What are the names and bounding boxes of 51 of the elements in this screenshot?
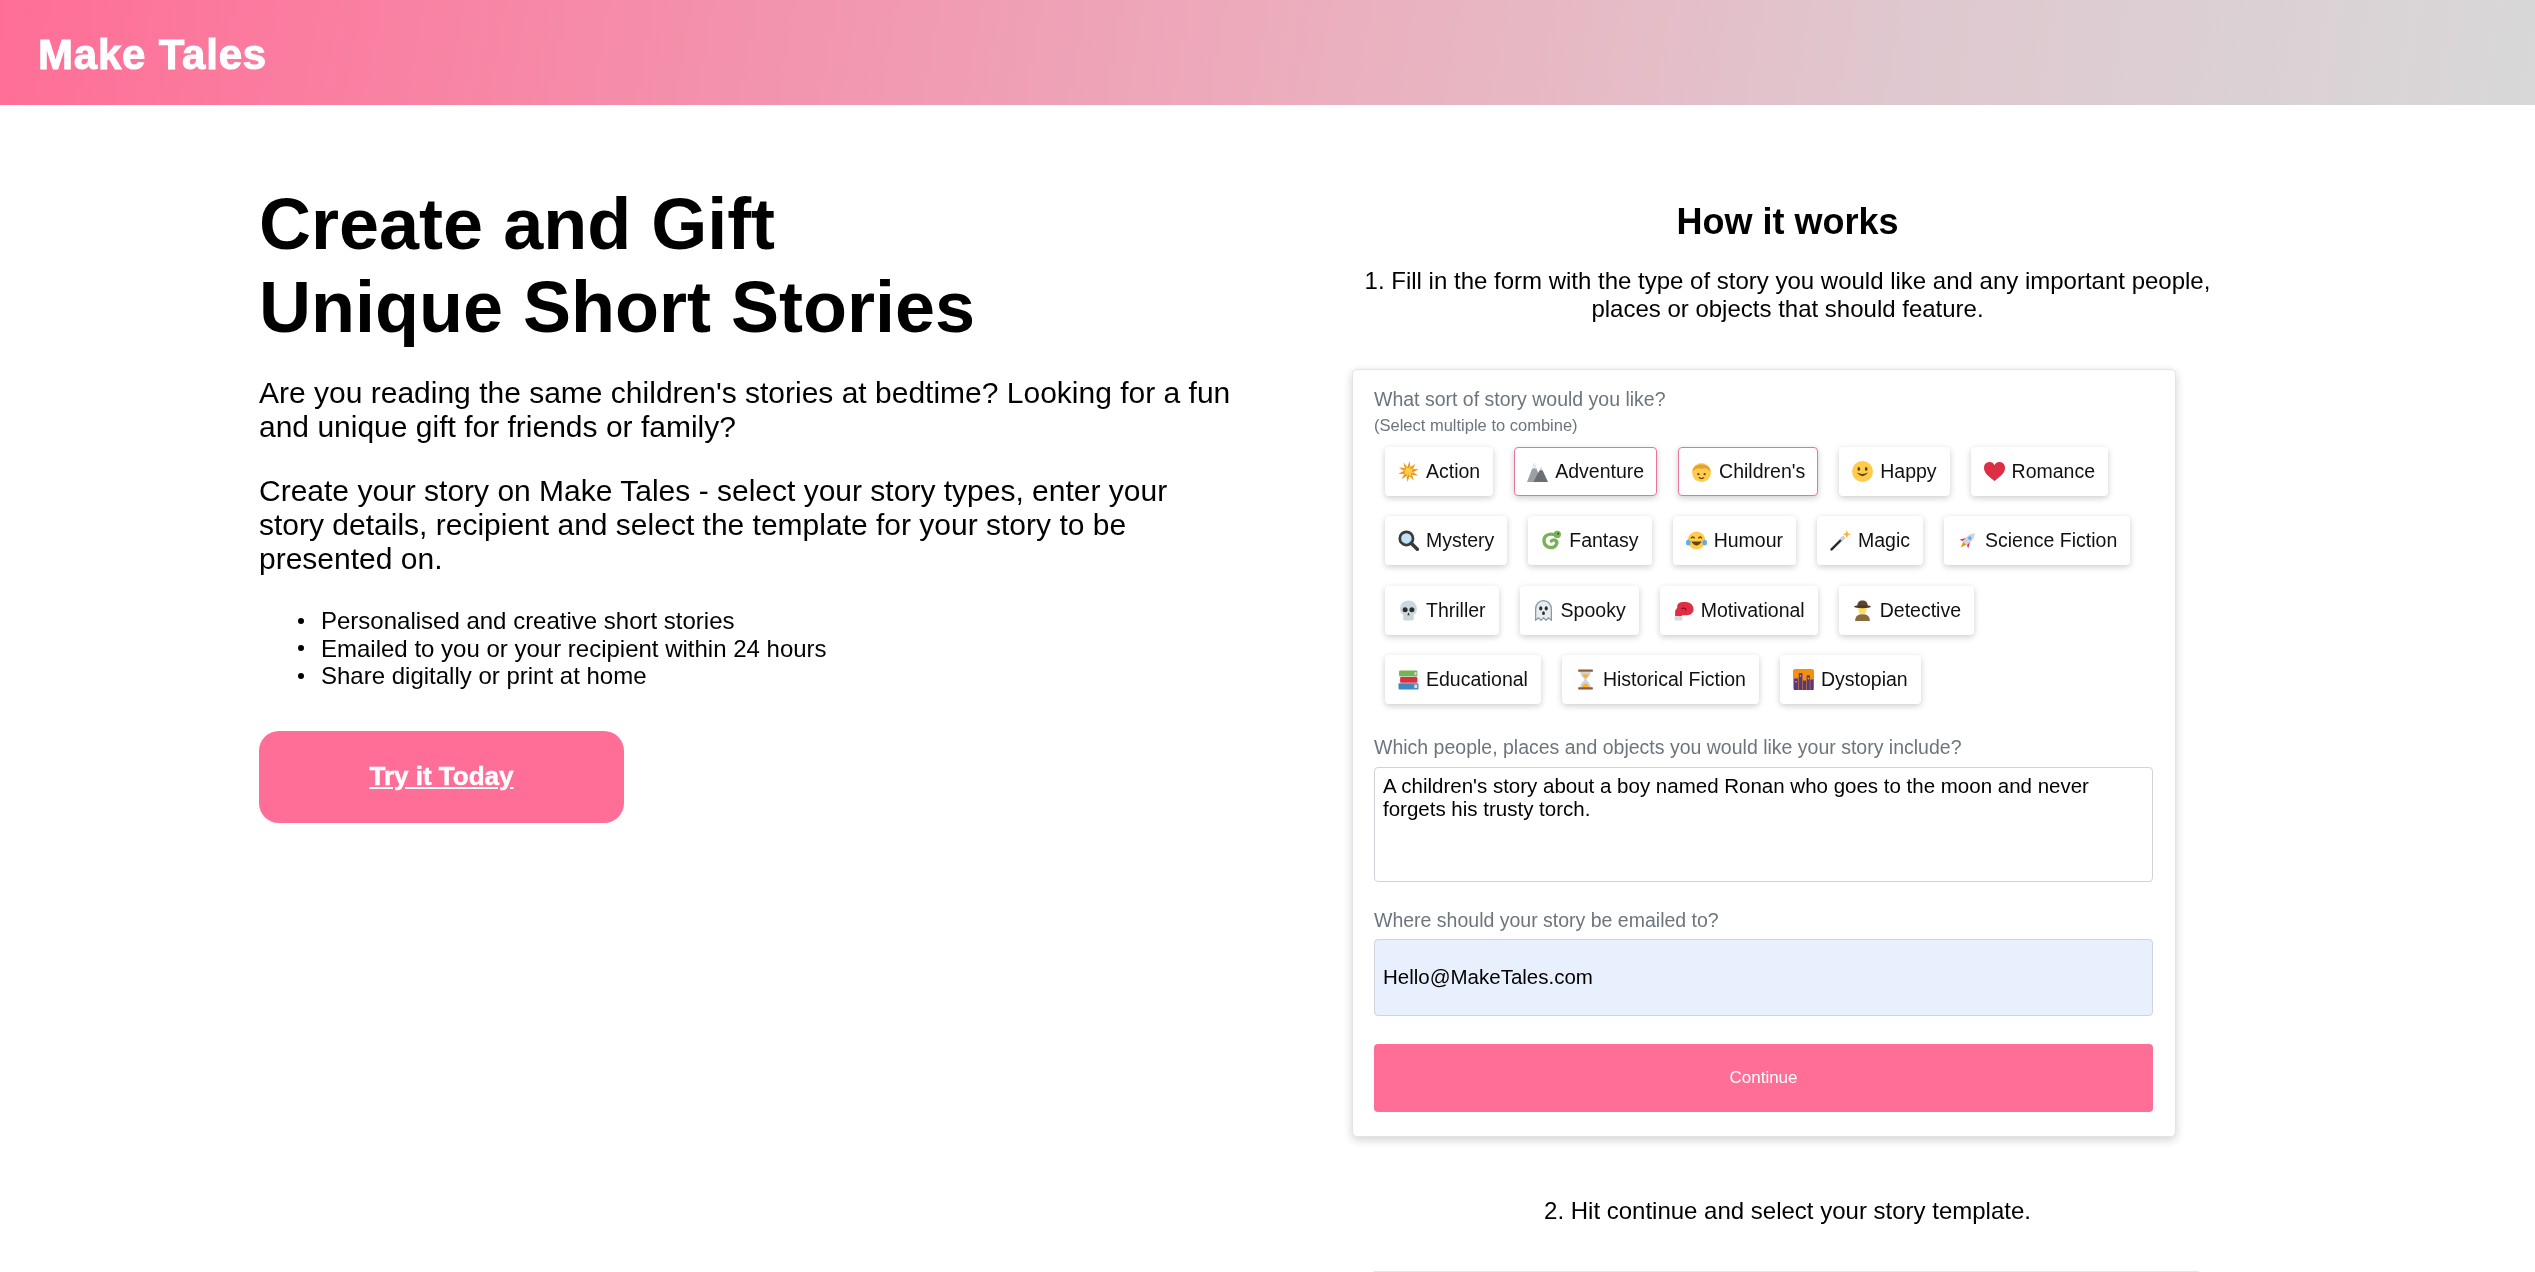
skull-icon <box>1398 599 1419 621</box>
story-type-chip[interactable]: Motivational <box>1659 585 1818 635</box>
story-type-chip[interactable]: Spooky <box>1519 585 1639 635</box>
intro-paragraph: Create your story on Make Tales - select your story types, enter your story details, recipient and select the template for your story to be presented on. <box>259 474 1169 576</box>
step-text: 1. Fill in the form with the type of story you would like and any important people, places or objects that should feature. <box>1363 267 2212 323</box>
bullet-icon <box>298 617 304 624</box>
story-type-chip[interactable]: Magic <box>1817 516 1923 565</box>
story-type-chip[interactable]: Educational <box>1385 655 1541 704</box>
story-type-chip[interactable]: Fantasy <box>1528 516 1652 565</box>
city-icon <box>1792 669 1814 690</box>
wand-icon <box>1830 530 1851 551</box>
details-field[interactable]: A children's story about a boy named Ronan who goes to the moon and never forgets his trusty torch. <box>1374 766 2153 882</box>
mountain-icon <box>1527 460 1549 482</box>
story-type-chip[interactable]: Adventure <box>1514 446 1658 496</box>
field-label: What sort of story would you like? <box>1374 388 1667 411</box>
detective-icon <box>1851 599 1873 621</box>
dragon-icon <box>1541 530 1563 551</box>
bullet-icon <box>298 672 304 679</box>
field-label: Where should your story be emailed to? <box>1374 909 1720 932</box>
field-label: Which people, places and objects you would like your story include? <box>1374 736 1963 759</box>
feature-item: Share digitally or print at home <box>321 662 647 690</box>
bullet-icon <box>298 645 304 652</box>
email-field[interactable]: Hello@MakeTales.com <box>1374 938 2153 1016</box>
smiley-icon <box>1852 460 1874 482</box>
hero-heading: Create and Gift Unique Short Stories <box>259 183 977 349</box>
child-icon <box>1691 460 1713 482</box>
story-type-chip[interactable]: Children's <box>1678 446 1819 496</box>
site-logo: Make Tales <box>38 30 267 79</box>
story-type-chip[interactable]: Thriller <box>1385 585 1499 635</box>
story-type-chip[interactable]: Happy <box>1839 446 1950 496</box>
burst-icon <box>1398 460 1419 482</box>
boxing-glove-icon <box>1672 599 1694 621</box>
story-type-chip[interactable]: Detective <box>1838 585 1974 635</box>
story-type-chip[interactable]: Humour <box>1672 516 1796 565</box>
heart-icon <box>1983 460 2005 482</box>
field-hint: (Select multiple to combine) <box>1374 416 1579 435</box>
feature-item: Personalised and creative short stories <box>321 607 735 635</box>
step-text: 2. Hit continue and select your story template. <box>1543 1196 2032 1225</box>
feature-item: Emailed to you or your recipient within 24 hours <box>321 634 827 662</box>
magnifier-icon <box>1398 530 1419 551</box>
laughing-face-icon <box>1685 530 1707 551</box>
story-type-chip[interactable]: Historical Fiction <box>1561 655 1759 704</box>
books-icon <box>1398 669 1419 690</box>
section-heading: How it works <box>1675 201 1900 243</box>
intro-paragraph: Are you reading the same children's stories at bedtime? Looking for a fun and unique gift for friends or family? <box>259 376 1232 444</box>
story-type-chip[interactable]: Dystopian <box>1779 655 1921 704</box>
ghost-icon <box>1532 599 1554 621</box>
story-type-chip[interactable]: Mystery <box>1385 516 1508 565</box>
story-type-chip[interactable]: Science Fiction <box>1944 516 2131 565</box>
story-type-chip[interactable]: Action <box>1385 446 1494 496</box>
story-type-chip[interactable]: Romance <box>1970 446 2109 496</box>
